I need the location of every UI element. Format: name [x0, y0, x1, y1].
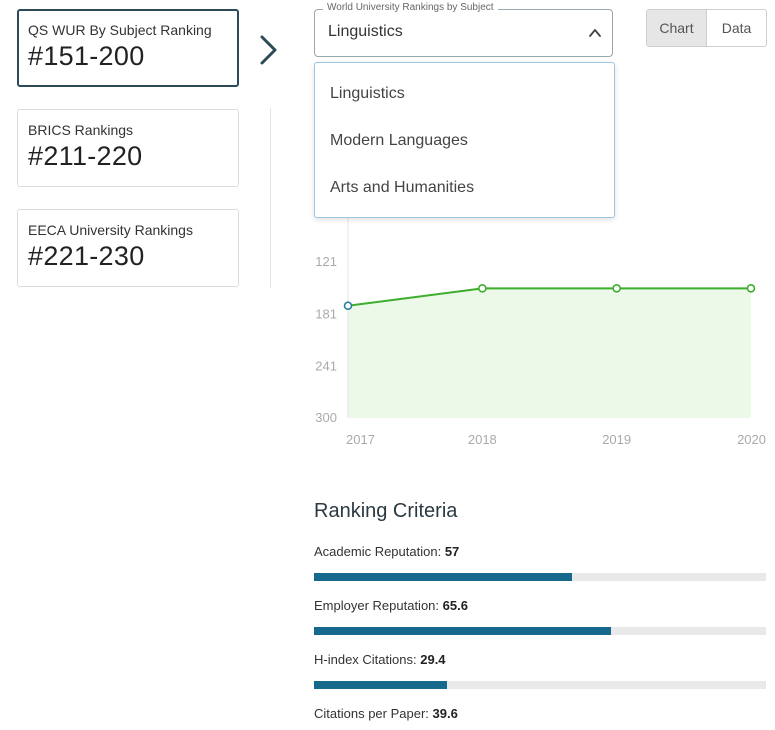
chart-x-tick-label: 2017 — [346, 432, 375, 447]
chart-data-point — [746, 284, 756, 293]
criterion-score: 65.6 — [442, 598, 468, 613]
divider — [270, 108, 271, 288]
chart-data-point — [612, 284, 621, 293]
criterion-score: 57 — [444, 544, 460, 559]
criterion-name: Citations per Paper: — [314, 706, 429, 721]
criterion-score: 29.4 — [420, 652, 446, 667]
chart-data-point — [478, 284, 487, 293]
chart-x-tick-label: 2018 — [468, 432, 497, 447]
criterion-label: Citations per Paper: 39.6 — [314, 706, 458, 721]
chart-data-point — [343, 301, 353, 311]
criterion-progress-track — [314, 573, 766, 581]
rank-card-qs-wur-subject[interactable]: QS WUR By Subject Ranking #151-200 — [17, 9, 239, 87]
chart-view-button[interactable]: Chart — [647, 10, 707, 46]
chart-y-tick-label: 300 — [315, 410, 337, 425]
subject-dropdown-menu: Linguistics Modern Languages Arts and Hu… — [314, 62, 615, 218]
chart-x-tick-label: 2019 — [602, 432, 631, 447]
chart-x-tick-label: 2020 — [737, 432, 766, 447]
criterion-score: 39.6 — [432, 706, 458, 721]
chevron-right-icon — [260, 35, 277, 65]
criterion-progress-fill — [314, 573, 572, 581]
criterion-label: H-index Citations: 29.4 — [314, 652, 446, 667]
rank-card-value: #151-200 — [28, 41, 145, 71]
criterion-label: Academic Reputation: 57 — [314, 544, 459, 559]
rank-card-label: BRICS Rankings — [28, 122, 134, 138]
chart-y-tick-label: 241 — [315, 359, 337, 374]
rank-card-eeca[interactable]: EECA University Rankings #221-230 — [17, 209, 239, 287]
rank-card-brics[interactable]: BRICS Rankings #211-220 — [17, 109, 239, 187]
dropdown-option[interactable]: Modern Languages — [330, 132, 468, 150]
chevron-up-icon[interactable] — [588, 26, 602, 40]
chart-area-fill — [348, 288, 751, 418]
criterion-label: Employer Reputation: 65.6 — [314, 598, 468, 613]
criterion-name: H-index Citations: — [314, 652, 417, 667]
chart-y-tick-label: 181 — [315, 306, 337, 321]
chart-y-tick-label: 121 — [315, 254, 337, 269]
view-toggle: Chart Data — [646, 9, 767, 47]
criterion-progress-fill — [314, 627, 611, 635]
criterion-progress-fill — [314, 681, 447, 689]
rank-card-value: #211-220 — [28, 141, 143, 171]
dropdown-option[interactable]: Linguistics — [330, 85, 405, 103]
rank-card-label: EECA University Rankings — [28, 222, 193, 238]
criteria-title: Ranking Criteria — [314, 500, 458, 522]
criterion-progress-track — [314, 627, 766, 635]
data-view-button[interactable]: Data — [707, 10, 766, 46]
subject-select-legend: World University Rankings by Subject — [323, 2, 498, 13]
criterion-progress-track — [314, 681, 766, 689]
rank-card-label: QS WUR By Subject Ranking — [28, 22, 212, 38]
subject-select-value: Linguistics — [328, 23, 403, 40]
criterion-name: Academic Reputation: — [314, 544, 442, 559]
subject-select[interactable]: World University Rankings by Subject Lin… — [314, 2, 613, 57]
criterion-name: Employer Reputation: — [314, 598, 440, 613]
dropdown-option[interactable]: Arts and Humanities — [330, 179, 474, 197]
rank-card-value: #221-230 — [28, 241, 145, 271]
ranking-history-chart: 121 181 241 300 2017 2018 2019 2020 — [315, 210, 766, 447]
